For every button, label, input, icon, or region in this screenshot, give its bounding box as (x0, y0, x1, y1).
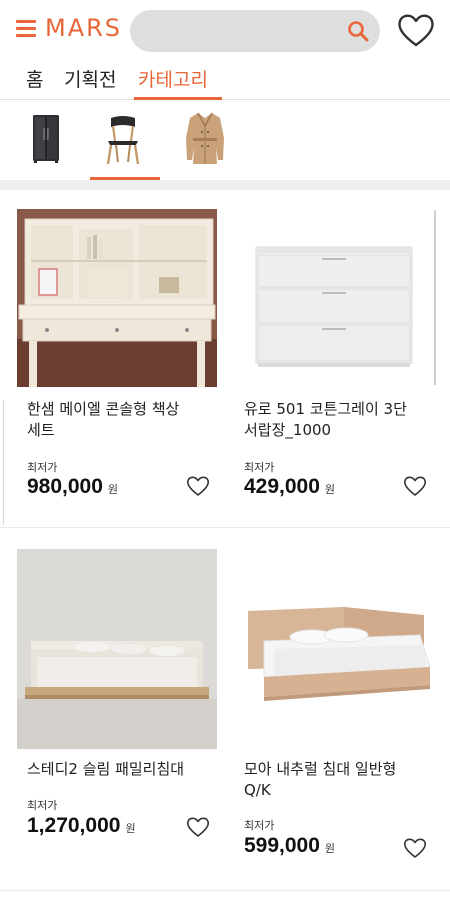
price-value: 980,000 (27, 475, 103, 498)
product-card[interactable]: 스테디2 슬림 패밀리침대 최저가 1,270,000 원 (17, 549, 217, 859)
price-label: 최저가 (27, 461, 58, 474)
tab-home[interactable]: 홈 (26, 65, 43, 99)
price-value: 1,270,000 (27, 814, 121, 837)
price-unit: 원 (324, 842, 336, 855)
product-name: 스테디2 슬림 패밀리침대 (27, 759, 227, 780)
price-unit: 원 (107, 483, 119, 496)
price-label: 최저가 (244, 461, 275, 474)
wishlist-heart-icon[interactable] (395, 10, 437, 50)
main-tabs: 홈 기획전 카테고리 (0, 62, 450, 100)
heart-outline-icon[interactable] (402, 836, 428, 860)
refrigerator-icon[interactable] (22, 108, 72, 168)
price-unit: 원 (125, 822, 136, 835)
hamburger-menu-icon[interactable] (16, 20, 36, 38)
tab-category[interactable]: 카테고리 (138, 65, 208, 99)
product-name-line1: 모아 내추럴 침대 일반형 (244, 760, 397, 778)
tab-exhibition[interactable]: 기획전 (64, 65, 116, 99)
product-name: 한샘 메이엘 콘솔형 책상세트 (27, 399, 227, 441)
row-divider (0, 890, 450, 891)
search-input[interactable] (130, 10, 380, 52)
trench-coat-icon[interactable] (180, 108, 230, 168)
desk-with-hutch-image (17, 209, 217, 387)
heart-outline-icon[interactable] (185, 815, 211, 839)
side-scroll-edge (0, 400, 4, 525)
category-strip (0, 100, 450, 180)
family-bed-image (17, 549, 217, 749)
product-card[interactable]: 모아 내추럴 침대 일반형 Q/K 최저가 599,000 원 (234, 549, 434, 869)
heart-outline-icon[interactable] (402, 474, 428, 498)
price-label: 최저가 (27, 799, 58, 812)
chair-icon[interactable] (98, 108, 148, 168)
natural-bed-image (234, 549, 434, 749)
search-icon[interactable] (346, 19, 370, 43)
product-name-line2: 세트 (27, 421, 55, 439)
price-value: 429,000 (244, 475, 320, 498)
product-name-line1: 스테디2 슬림 패밀리침대 (27, 760, 185, 778)
product-name: 유로 501 코튼그레이 3단서랍장_1000 (244, 399, 444, 441)
app-header: MARS (0, 0, 450, 62)
product-price: 1,270,000 원 (27, 814, 136, 838)
carousel-edge (434, 210, 436, 385)
three-drawer-chest-image (234, 209, 434, 387)
product-price: 429,000 원 (244, 475, 335, 499)
product-card[interactable]: 한샘 메이엘 콘솔형 책상세트 최저가 980,000 원 (17, 209, 217, 509)
row-divider (0, 527, 450, 528)
product-card[interactable]: 유로 501 코튼그레이 3단서랍장_1000 최저가 429,000 원 (234, 209, 434, 509)
product-name-line2: Q/K (244, 781, 271, 799)
product-name-line1: 한샘 메이엘 콘솔형 책상 (27, 400, 180, 418)
product-name-line2: 서랍장_1000 (244, 421, 332, 439)
product-name: 모아 내추럴 침대 일반형 Q/K (244, 759, 444, 801)
price-label: 최저가 (244, 819, 275, 832)
section-divider (0, 180, 450, 190)
product-price: 980,000 원 (27, 475, 118, 499)
product-name-line1: 유로 501 코튼그레이 3단 (244, 400, 407, 418)
price-unit: 원 (324, 483, 336, 496)
price-value: 599,000 (244, 834, 320, 857)
product-price: 599,000 원 (244, 834, 335, 858)
app-logo[interactable]: MARS (45, 14, 122, 42)
heart-outline-icon[interactable] (185, 474, 211, 498)
